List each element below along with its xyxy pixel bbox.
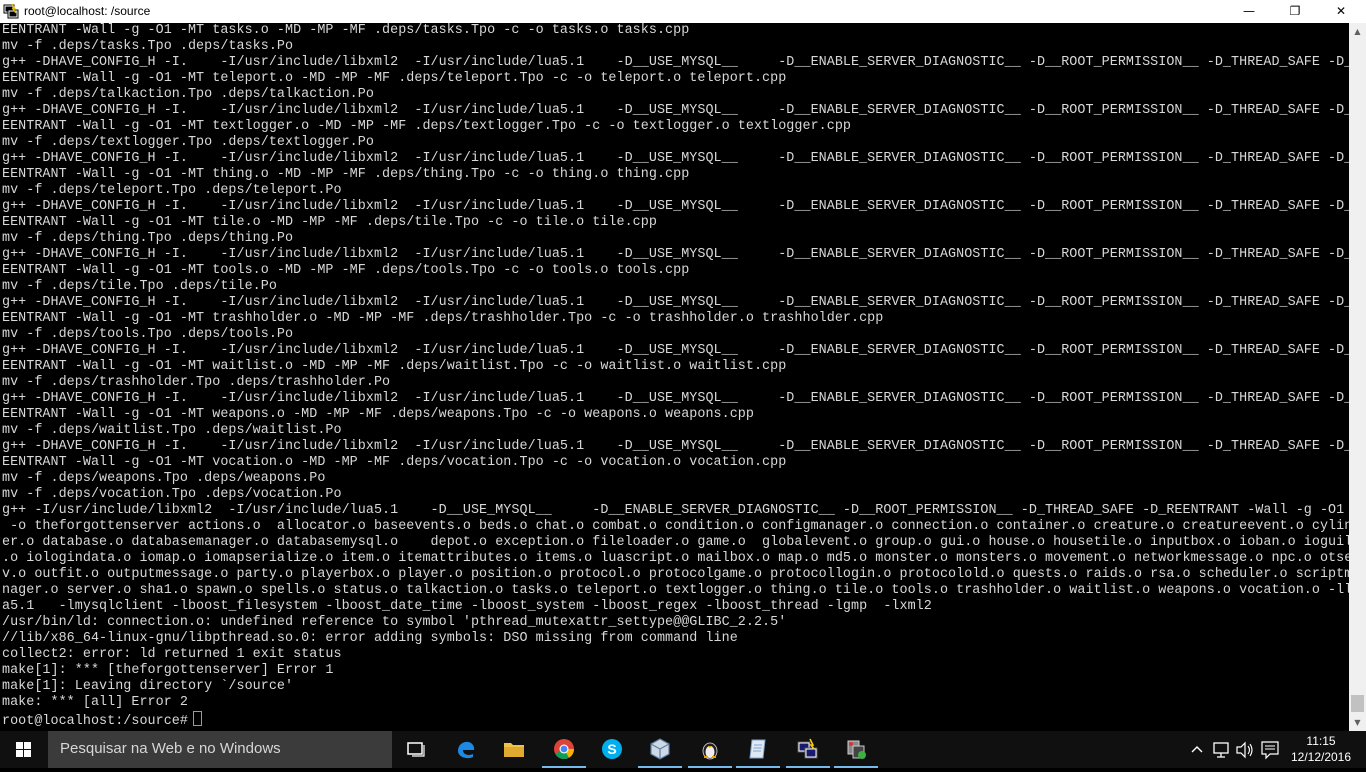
terminal-line: mv -f .deps/tasks.Tpo .deps/tasks.Po bbox=[2, 39, 294, 54]
taskbar: Pesquisar na Web e no Windows S 11:15 12… bbox=[0, 731, 1366, 768]
terminal-line: g++ -DHAVE_CONFIG_H -I. -I/usr/include/l… bbox=[2, 295, 1349, 310]
windows-logo-icon bbox=[16, 742, 31, 757]
terminal-line: g++ -I/usr/include/libxml2 -I/usr/includ… bbox=[2, 503, 1345, 518]
terminal-line: g++ -DHAVE_CONFIG_H -I. -I/usr/include/l… bbox=[2, 55, 1349, 70]
file-explorer-icon bbox=[504, 743, 524, 757]
terminal-line: mv -f .deps/waitlist.Tpo .deps/waitlist.… bbox=[2, 423, 342, 438]
terminal-line: collect2: error: ld returned 1 exit stat… bbox=[2, 647, 342, 662]
network-tool-icon bbox=[847, 740, 866, 759]
terminal-line: mv -f .deps/teleport.Tpo .deps/teleport.… bbox=[2, 183, 342, 198]
close-button[interactable]: ✕ bbox=[1318, 0, 1364, 23]
restore-icon: ❐ bbox=[1289, 4, 1301, 18]
taskbar-edge[interactable] bbox=[442, 731, 490, 768]
taskbar-penguin-app[interactable] bbox=[686, 731, 734, 768]
terminal-line: EENTRANT -Wall -g -O1 -MT tile.o -MD -MP… bbox=[2, 215, 657, 230]
terminal-line: mv -f .deps/textlogger.Tpo .deps/textlog… bbox=[2, 135, 374, 150]
terminal-line: g++ -DHAVE_CONFIG_H -I. -I/usr/include/l… bbox=[2, 343, 1349, 358]
scrollbar-thumb[interactable] bbox=[1351, 695, 1364, 712]
task-view-icon bbox=[407, 742, 425, 757]
taskbar-chrome[interactable] bbox=[540, 731, 588, 768]
taskbar-network-tool[interactable] bbox=[832, 731, 880, 768]
minimize-button[interactable]: — bbox=[1226, 0, 1272, 23]
terminal-line: EENTRANT -Wall -g -O1 -MT teleport.o -MD… bbox=[2, 71, 787, 86]
terminal-line: EENTRANT -Wall -g -O1 -MT waitlist.o -MD… bbox=[2, 359, 787, 374]
volume-tray-button[interactable] bbox=[1234, 731, 1256, 768]
terminal-line: make[1]: Leaving directory `/source' bbox=[2, 679, 294, 694]
skype-icon: S bbox=[602, 739, 622, 759]
network-icon bbox=[1213, 742, 1229, 758]
putty-icon bbox=[3, 3, 19, 19]
search-box[interactable]: Pesquisar na Web e no Windows bbox=[48, 731, 392, 768]
terminal-line: EENTRANT -Wall -g -O1 -MT weapons.o -MD … bbox=[2, 407, 754, 422]
notepad-app-icon bbox=[749, 739, 766, 759]
terminal-line: //lib/x86_64-linux-gnu/libpthread.so.0: … bbox=[2, 631, 738, 646]
terminal-line: mv -f .deps/talkaction.Tpo .deps/talkact… bbox=[2, 87, 374, 102]
remote-terminal-icon bbox=[797, 738, 818, 759]
terminal-line: EENTRANT -Wall -g -O1 -MT trashholder.o … bbox=[2, 311, 884, 326]
shell-prompt: root@localhost:/source# bbox=[2, 714, 188, 729]
terminal-line: er.o database.o databasemanager.o databa… bbox=[2, 535, 1349, 550]
terminal-line: .o iologindata.o iomap.o iomapserialize.… bbox=[2, 551, 1349, 566]
speaker-icon bbox=[1236, 741, 1253, 759]
terminal-line: EENTRANT -Wall -g -O1 -MT vocation.o -MD… bbox=[2, 455, 787, 470]
network-tray-button[interactable] bbox=[1210, 731, 1232, 768]
chevron-up-icon bbox=[1191, 746, 1203, 753]
clock-date: 12/12/2016 bbox=[1290, 750, 1352, 764]
terminal-line: EENTRANT -Wall -g -O1 -MT textlogger.o -… bbox=[2, 119, 851, 134]
maximize-button[interactable]: ❐ bbox=[1272, 0, 1318, 23]
terminal-line: mv -f .deps/weapons.Tpo .deps/weapons.Po bbox=[2, 471, 326, 486]
taskbar-file-explorer[interactable] bbox=[490, 731, 538, 768]
terminal-line: g++ -DHAVE_CONFIG_H -I. -I/usr/include/l… bbox=[2, 247, 1349, 262]
terminal-line: mv -f .deps/trashholder.Tpo .deps/trashh… bbox=[2, 375, 391, 390]
terminal-line: nager.o server.o sha1.o spawn.o spells.o… bbox=[2, 583, 1349, 598]
edge-icon bbox=[458, 741, 475, 759]
show-hidden-icons-button[interactable] bbox=[1188, 731, 1206, 768]
terminal-line: g++ -DHAVE_CONFIG_H -I. -I/usr/include/l… bbox=[2, 391, 1349, 406]
minimize-icon: — bbox=[1243, 4, 1255, 18]
notification-icon bbox=[1261, 741, 1279, 760]
svg-text:S: S bbox=[607, 741, 616, 757]
clock-time: 11:15 bbox=[1306, 734, 1336, 748]
taskbar-task-view[interactable] bbox=[392, 731, 440, 768]
terminal-text: EENTRANT -Wall -g -O1 -MT tasks.o -MD -M… bbox=[0, 23, 1349, 730]
terminal-line: make: *** [all] Error 2 bbox=[2, 695, 188, 710]
window-title: root@localhost: /source bbox=[24, 4, 151, 18]
chrome-icon bbox=[554, 739, 575, 760]
close-icon: ✕ bbox=[1335, 4, 1347, 18]
taskbar-virtualbox[interactable] bbox=[636, 731, 684, 768]
terminal-line: mv -f .deps/tools.Tpo .deps/tools.Po bbox=[2, 327, 294, 342]
taskbar-remote-terminal[interactable] bbox=[784, 731, 832, 768]
start-button[interactable] bbox=[0, 731, 48, 768]
taskbar-skype[interactable]: S bbox=[588, 731, 636, 768]
terminal-line: -o theforgottenserver actions.o allocato… bbox=[2, 519, 1349, 534]
taskbar-clock[interactable]: 11:15 12/12/2016 bbox=[1285, 731, 1357, 768]
vertical-scrollbar[interactable]: ▲ ▼ bbox=[1349, 23, 1366, 731]
terminal-line: mv -f .deps/vocation.Tpo .deps/vocation.… bbox=[2, 487, 342, 502]
search-placeholder: Pesquisar na Web e no Windows bbox=[60, 740, 281, 757]
terminal-line: mv -f .deps/tile.Tpo .deps/tile.Po bbox=[2, 279, 277, 294]
terminal-line: g++ -DHAVE_CONFIG_H -I. -I/usr/include/l… bbox=[2, 151, 1349, 166]
terminal-line: g++ -DHAVE_CONFIG_H -I. -I/usr/include/l… bbox=[2, 439, 1349, 454]
window-titlebar[interactable]: root@localhost: /source — ❐ ✕ bbox=[0, 0, 1366, 23]
terminal-line: EENTRANT -Wall -g -O1 -MT tasks.o -MD -M… bbox=[2, 23, 690, 38]
terminal-line: mv -f .deps/thing.Tpo .deps/thing.Po bbox=[2, 231, 294, 246]
penguin-app-icon bbox=[702, 742, 718, 760]
scroll-up-icon[interactable]: ▲ bbox=[1349, 23, 1366, 40]
terminal-line: /usr/bin/ld: connection.o: undefined ref… bbox=[2, 615, 787, 630]
virtualbox-icon bbox=[650, 738, 670, 760]
terminal-line: g++ -DHAVE_CONFIG_H -I. -I/usr/include/l… bbox=[2, 199, 1349, 214]
terminal-line: v.o outfit.o outputmessage.o party.o pla… bbox=[2, 567, 1349, 582]
terminal-output[interactable]: EENTRANT -Wall -g -O1 -MT tasks.o -MD -M… bbox=[0, 23, 1349, 731]
taskbar-notepad-app[interactable] bbox=[734, 731, 782, 768]
terminal-line: a5.1 -lmysqlclient -lboost_filesystem -l… bbox=[2, 599, 932, 614]
text-cursor[interactable] bbox=[192, 711, 202, 726]
terminal-line: EENTRANT -Wall -g -O1 -MT tools.o -MD -M… bbox=[2, 263, 690, 278]
terminal-line: make[1]: *** [theforgottenserver] Error … bbox=[2, 663, 334, 678]
scroll-down-icon[interactable]: ▼ bbox=[1349, 714, 1366, 731]
terminal-line: g++ -DHAVE_CONFIG_H -I. -I/usr/include/l… bbox=[2, 103, 1349, 118]
action-center-button[interactable] bbox=[1258, 731, 1282, 768]
terminal-line: EENTRANT -Wall -g -O1 -MT thing.o -MD -M… bbox=[2, 167, 690, 182]
